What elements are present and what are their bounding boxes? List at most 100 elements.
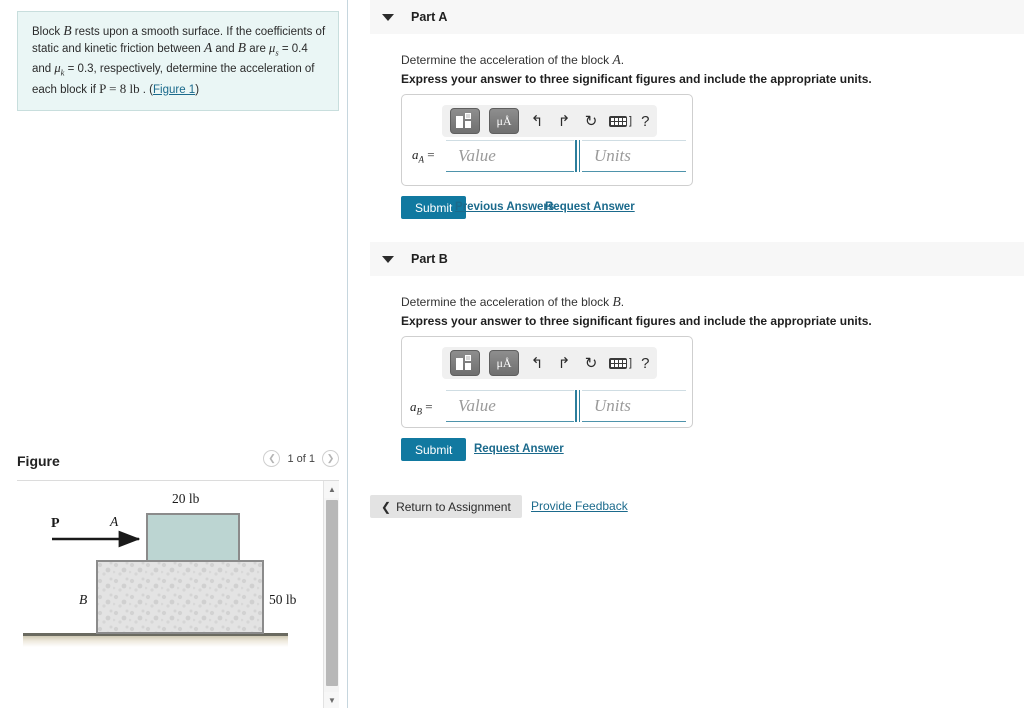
keyboard-icon[interactable]: ] <box>609 357 632 369</box>
part-a-toolbar: μÅ ↰ ↱ ↻ ] ? <box>442 105 658 137</box>
figure-header: Figure ❮ 1 of 1 ❯ <box>17 450 339 476</box>
part-b-prompt-prefix: Determine the acceleration of the block <box>401 295 613 309</box>
figure-title: Figure <box>17 453 60 469</box>
part-a-request-answer-link[interactable]: Request Answer <box>545 201 635 213</box>
part-b-prompt-var: B <box>612 294 621 309</box>
problem-var-b: B <box>63 23 72 38</box>
block-a-shape <box>146 513 240 562</box>
figure-prev-button[interactable]: ❮ <box>263 450 281 467</box>
part-a-units-placeholder: Units <box>594 146 631 165</box>
mu-static-symbol: μs <box>269 41 279 58</box>
figure-viewport: 20 lb P A B 50 lb ▲ ▼ <box>17 480 339 708</box>
right-panel: Part A Determine the acceleration of the… <box>348 0 1024 708</box>
part-a-equals: = <box>427 147 435 162</box>
part-a-prompt-var: A <box>612 52 621 67</box>
problem-line2-prefix: static and kinetic friction between <box>32 43 204 56</box>
part-b-header[interactable]: Part B <box>370 242 1024 276</box>
problem-line2-are: are <box>246 43 270 56</box>
keyboard-bracket: ] <box>629 115 633 127</box>
micro-angstrom-icon[interactable]: μÅ <box>489 350 519 376</box>
undo-arrow-icon[interactable]: ↰ <box>528 111 546 131</box>
block-b-shape <box>96 560 264 634</box>
scrollbar-up-arrow[interactable]: ▲ <box>324 481 339 498</box>
part-b-units-input[interactable]: Units <box>582 390 686 422</box>
part-b-units-label: μÅ <box>496 356 512 370</box>
part-b-answer-box[interactable]: μÅ ↰ ↱ ↻ ] ? aB = Value Units <box>401 336 693 428</box>
chevron-left-icon: ❮ <box>381 499 392 514</box>
part-a-answer-box[interactable]: μÅ ↰ ↱ ↻ ] ? aA = Value Units <box>401 94 693 186</box>
chevron-right-icon: ❯ <box>326 453 335 463</box>
part-a-value-placeholder: Value <box>458 146 496 165</box>
part-b-prompt: Determine the acceleration of the block … <box>401 294 624 310</box>
part-a-previous-answers-link[interactable]: Previous Answers <box>455 201 554 213</box>
block-a-label: A <box>109 514 119 529</box>
ground-band <box>23 636 288 647</box>
block-a-weight-label: 20 lb <box>172 491 200 506</box>
part-b-submit-button[interactable]: Submit <box>401 438 467 461</box>
part-a-text-cursor <box>575 140 580 172</box>
part-a-header[interactable]: Part A <box>370 0 1024 34</box>
problem-line1-prefix: Block <box>32 26 64 38</box>
micro-angstrom-icon[interactable]: μÅ <box>489 108 519 134</box>
provide-feedback-link[interactable]: Provide Feedback <box>531 499 628 513</box>
reset-circular-arrow-icon[interactable]: ↻ <box>582 111 600 131</box>
block-b-weight-label: 50 lb <box>269 592 297 607</box>
keyboard-bracket: ] <box>629 357 633 369</box>
left-panel: Block B rests upon a smooth surface. If … <box>0 0 347 708</box>
mu-kinetic-symbol: μk <box>54 61 64 78</box>
part-b-text-cursor <box>575 390 580 422</box>
part-b-units-placeholder: Units <box>594 396 631 415</box>
chevron-left-icon: ❮ <box>268 453 276 463</box>
undo-arrow-icon[interactable]: ↰ <box>528 353 546 373</box>
part-b-value-input[interactable]: Value <box>446 390 574 422</box>
problem-statement: Block B rests upon a smooth surface. If … <box>17 11 339 111</box>
figure-counter: 1 of 1 <box>287 452 315 465</box>
problem-line1-suffix: rests upon a smooth surface. If the coef… <box>71 26 326 38</box>
block-b-label: B <box>79 592 87 607</box>
page-root: Block B rests upon a smooth surface. If … <box>0 0 1024 708</box>
part-b-prompt-suffix: . <box>620 295 625 309</box>
keyboard-icon[interactable]: ] <box>609 115 632 127</box>
part-b-value-placeholder: Value <box>458 396 496 415</box>
caret-down-icon <box>382 13 394 21</box>
part-b-request-answer-link[interactable]: Request Answer <box>474 443 564 455</box>
part-a-units-label: μÅ <box>496 114 512 128</box>
problem-var-b2: B <box>237 40 247 56</box>
redo-arrow-icon[interactable]: ↱ <box>555 353 573 373</box>
part-a-variable-sub: A <box>418 154 425 165</box>
templates-grid-icon[interactable] <box>450 108 480 134</box>
physics-diagram: 20 lb P A B 50 lb <box>23 491 297 647</box>
scrollbar-thumb[interactable] <box>326 500 338 686</box>
part-b-instruction: Express your answer to three significant… <box>401 314 872 328</box>
force-p-label: P <box>51 516 60 531</box>
part-a-prompt-suffix: . <box>620 53 625 67</box>
figure-1-link[interactable]: Figure 1 <box>153 84 195 96</box>
part-a-prompt-prefix: Determine the acceleration of the block <box>401 53 613 67</box>
part-b-toolbar: μÅ ↰ ↱ ↻ ] ? <box>442 347 658 379</box>
problem-p-value: = 8 lb <box>105 80 140 96</box>
part-a-prompt: Determine the acceleration of the block … <box>401 52 624 68</box>
figure-scrollbar[interactable]: ▲ ▼ <box>323 481 339 708</box>
problem-line4-prefix: if <box>90 83 100 96</box>
part-b-variable-sub: B <box>416 406 423 417</box>
problem-line4-end: ) <box>195 83 200 96</box>
figure-next-button[interactable]: ❯ <box>322 450 339 467</box>
problem-line4-sep: . ( <box>139 83 154 96</box>
figure-navigation: ❮ 1 of 1 ❯ <box>263 450 339 467</box>
problem-line2-and: and <box>212 43 238 56</box>
scrollbar-down-arrow[interactable]: ▼ <box>324 692 339 708</box>
part-a-variable-label: aA = <box>412 147 435 165</box>
part-a-units-input[interactable]: Units <box>582 140 686 172</box>
return-to-assignment-button[interactable]: ❮ Return to Assignment <box>370 495 522 518</box>
problem-text: Block B rests upon a smooth surface. If … <box>32 23 326 98</box>
problem-var-a: A <box>203 40 213 56</box>
part-a-value-input[interactable]: Value <box>446 140 574 172</box>
part-a-label: Part A <box>411 10 448 24</box>
redo-arrow-icon[interactable]: ↱ <box>555 111 573 131</box>
caret-down-icon <box>382 255 394 263</box>
reset-circular-arrow-icon[interactable]: ↻ <box>582 353 600 373</box>
help-question-icon[interactable]: ? <box>641 113 649 130</box>
templates-grid-icon[interactable] <box>450 350 480 376</box>
part-b-equals: = <box>425 399 433 414</box>
help-question-icon[interactable]: ? <box>641 355 649 372</box>
